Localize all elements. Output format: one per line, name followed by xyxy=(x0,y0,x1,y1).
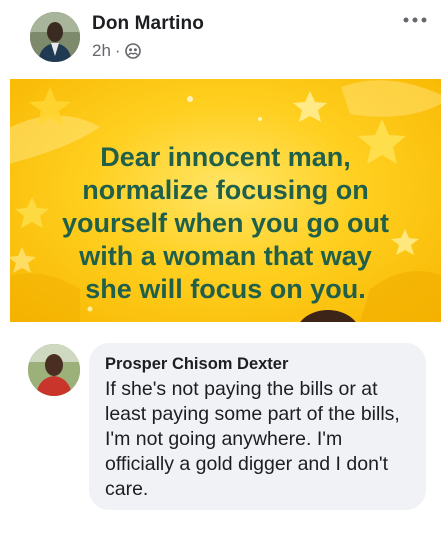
commenter-name[interactable]: Prosper Chisom Dexter xyxy=(105,354,412,374)
commenter-photo xyxy=(28,344,80,396)
friends-icon[interactable] xyxy=(124,43,141,59)
banner-line: yourself when you go out xyxy=(61,208,389,238)
post-image[interactable]: Dear innocent man, normalize focusing on… xyxy=(10,79,441,322)
post-header: Don Martino 2h · xyxy=(0,0,442,78)
more-horizontal-icon xyxy=(403,17,427,23)
meta-separator: · xyxy=(114,41,121,60)
post-meta: 2h · xyxy=(92,41,141,61)
banner-line: with a woman that way xyxy=(79,241,372,271)
facebook-post: Don Martino 2h · Dear innocent man, norm… xyxy=(0,0,442,533)
banner-line: she will focus on you. xyxy=(85,274,366,304)
author-photo xyxy=(30,12,80,62)
author-avatar[interactable] xyxy=(30,12,80,62)
banner-line: normalize focusing on xyxy=(82,175,369,205)
post-time[interactable]: 2h xyxy=(92,41,111,61)
comment-text: If she's not paying the bills or at leas… xyxy=(105,378,400,500)
author-name[interactable]: Don Martino xyxy=(92,13,204,35)
banner-line: Dear innocent man, xyxy=(100,142,351,172)
more-options-button[interactable] xyxy=(398,8,432,32)
commenter-avatar[interactable] xyxy=(28,344,80,396)
comment-bubble: Prosper Chisom Dexter If she's not payin… xyxy=(89,343,426,510)
banner-quote: Dear innocent man, normalize focusing on… xyxy=(10,141,441,306)
